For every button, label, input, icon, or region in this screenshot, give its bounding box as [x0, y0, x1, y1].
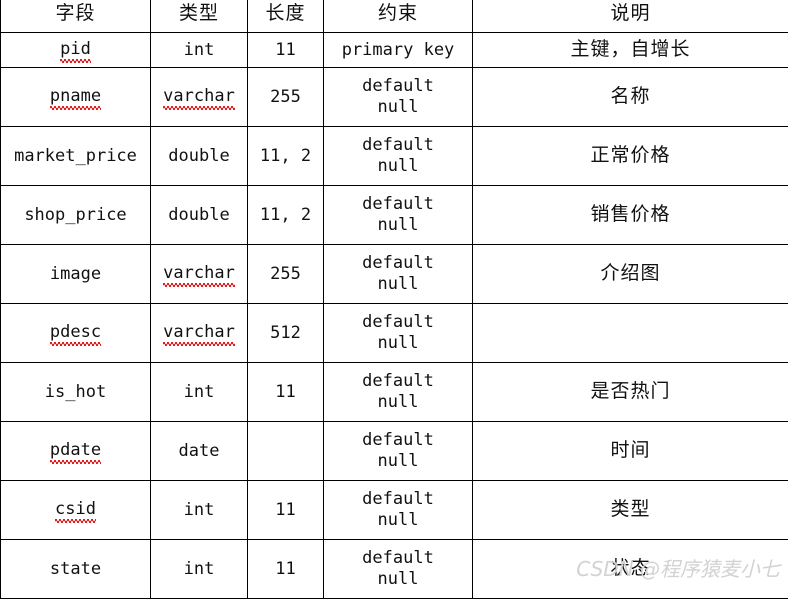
table-row: image varchar 255default null介绍图 [1, 245, 788, 304]
cell-description-shop_price: 销售价格 [473, 186, 788, 245]
cell-length-pdate [248, 422, 324, 481]
cell-description-pid: 主键，自增长 [473, 33, 788, 68]
cell-field-market_price: market_price [1, 127, 151, 186]
spellcheck-underline: pname [50, 86, 101, 108]
cell-field-pdate: pdate [1, 422, 151, 481]
cell-field-state: state [1, 540, 151, 599]
cell-length-state: 11 [248, 540, 324, 599]
table-row: pid int11primary key主键，自增长 [1, 33, 788, 68]
spellcheck-underline: varchar [163, 263, 235, 285]
table-row: pname varchar 255default null名称 [1, 68, 788, 127]
cell-description-pdesc [473, 304, 788, 363]
table-body: pidint11primary key主键，自增长pnamevarchar255… [1, 33, 788, 599]
cell-constraint-pname: default null [324, 68, 473, 127]
column-header-type: 类型 [151, 0, 248, 33]
cell-length-shop_price: 11, 2 [248, 186, 324, 245]
cell-constraint-shop_price: default null [324, 186, 473, 245]
cell-description-image: 介绍图 [473, 245, 788, 304]
cell-constraint-is_hot: default null [324, 363, 473, 422]
cell-length-csid: 11 [248, 481, 324, 540]
cell-field-is_hot: is_hot [1, 363, 151, 422]
cell-field-shop_price: shop_price [1, 186, 151, 245]
column-header-field: 字段 [1, 0, 151, 33]
table-row: csid int11default null类型 [1, 481, 788, 540]
cell-length-pid: 11 [248, 33, 324, 68]
spellcheck-underline: pdate [50, 440, 101, 462]
cell-description-market_price: 正常价格 [473, 127, 788, 186]
cell-constraint-market_price: default null [324, 127, 473, 186]
cell-constraint-pid: primary key [324, 33, 473, 68]
cell-constraint-pdate: default null [324, 422, 473, 481]
cell-constraint-csid: default null [324, 481, 473, 540]
database-schema-table: 字段 类型 长度 约束 说明 pidint11primary key主键，自增长… [0, 0, 788, 599]
cell-type-pdate: date [151, 422, 248, 481]
table-row: pdate date default null时间 [1, 422, 788, 481]
cell-constraint-state: default null [324, 540, 473, 599]
spellcheck-underline: varchar [163, 322, 235, 344]
cell-description-pname: 名称 [473, 68, 788, 127]
cell-description-pdate: 时间 [473, 422, 788, 481]
cell-description-is_hot: 是否热门 [473, 363, 788, 422]
cell-constraint-pdesc: default null [324, 304, 473, 363]
cell-type-is_hot: int [151, 363, 248, 422]
cell-type-state: int [151, 540, 248, 599]
cell-field-pdesc: pdesc [1, 304, 151, 363]
table-row: shop_pricedouble11, 2default null销售价格 [1, 186, 788, 245]
cell-field-pname: pname [1, 68, 151, 127]
cell-type-csid: int [151, 481, 248, 540]
cell-description-state: 状态 [473, 540, 788, 599]
spellcheck-underline: pid [60, 39, 91, 61]
cell-field-image: image [1, 245, 151, 304]
cell-length-image: 255 [248, 245, 324, 304]
column-header-description: 说明 [473, 0, 788, 33]
table-row: pdesc varchar 512default null [1, 304, 788, 363]
column-header-constraint: 约束 [324, 0, 473, 33]
cell-type-market_price: double [151, 127, 248, 186]
cell-type-pid: int [151, 33, 248, 68]
table-header-row: 字段 类型 长度 约束 说明 [1, 0, 788, 33]
table-row: market_pricedouble11, 2default null正常价格 [1, 127, 788, 186]
cell-description-csid: 类型 [473, 481, 788, 540]
cell-type-pdesc: varchar [151, 304, 248, 363]
cell-type-image: varchar [151, 245, 248, 304]
table-row: is_hotint11default null是否热门 [1, 363, 788, 422]
cell-type-shop_price: double [151, 186, 248, 245]
cell-field-csid: csid [1, 481, 151, 540]
spellcheck-underline: pdesc [50, 322, 101, 344]
cell-length-pname: 255 [248, 68, 324, 127]
cell-length-is_hot: 11 [248, 363, 324, 422]
column-header-length: 长度 [248, 0, 324, 33]
cell-constraint-image: default null [324, 245, 473, 304]
cell-type-pname: varchar [151, 68, 248, 127]
spellcheck-underline: varchar [163, 86, 235, 108]
cell-length-pdesc: 512 [248, 304, 324, 363]
cell-field-pid: pid [1, 33, 151, 68]
spellcheck-underline: csid [55, 499, 96, 521]
table-header: 字段 类型 长度 约束 说明 [1, 0, 788, 33]
cell-length-market_price: 11, 2 [248, 127, 324, 186]
table-row: stateint11default null状态 [1, 540, 788, 599]
